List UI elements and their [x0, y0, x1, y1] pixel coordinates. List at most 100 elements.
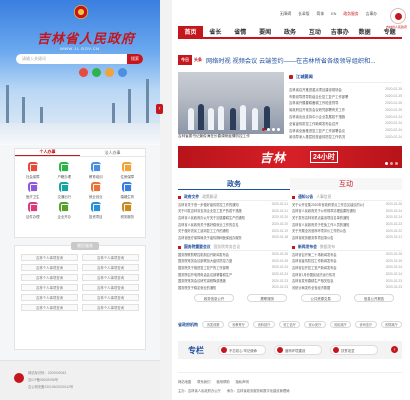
promo-banner[interactable]: 吉林 24小时 — [178, 146, 402, 168]
service-item[interactable]: 企业开办 — [49, 202, 81, 219]
dept-link[interactable]: 省公安厅 — [304, 321, 326, 328]
news-item[interactable]: 吉林省全面推进复工复产工作部署会议 2020-02-24 — [289, 127, 402, 134]
convenience-link[interactable]: 吉林个人事项查询 — [21, 254, 78, 261]
list-item-title[interactable]: 国务院召开电视电话会议部署春耕生产 — [178, 272, 250, 277]
footer-police[interactable]: 吉公网安备22010402000112号 — [28, 384, 73, 389]
search-button[interactable]: 搜索 — [127, 54, 143, 64]
service-pill[interactable]: 公共资源交易 — [300, 294, 341, 302]
list-item[interactable]: 关于发布吉林省重点建设项目名单的通知 2020-02-24 — [292, 214, 402, 221]
convenience-link[interactable]: 吉林个人事项查询 — [82, 254, 139, 261]
service-item[interactable]: 投资项目 — [80, 202, 112, 219]
service-item[interactable]: 医疗卫生 — [17, 182, 49, 199]
dept-link[interactable]: 省教育厅 — [227, 321, 250, 328]
tab-legal[interactable]: 法人办事 — [80, 149, 145, 156]
dept-link[interactable]: 省民政厅 — [329, 321, 352, 328]
service-item[interactable]: 户籍办理 — [49, 162, 81, 179]
special-item[interactable]: 扶贫攻坚 — [330, 345, 378, 355]
service-item[interactable]: 社会保障 — [17, 162, 49, 179]
dept-link[interactable]: 省司法厅 — [355, 321, 377, 328]
photo-pager[interactable] — [262, 128, 280, 131]
search-input[interactable]: 请输入关键词 — [22, 56, 46, 62]
service-pill[interactable]: 履职服务 — [247, 294, 288, 302]
convenience-link[interactable]: 吉林个人事项查询 — [82, 284, 139, 291]
service-pill[interactable]: 信息公开报告 — [353, 294, 394, 302]
app-icon[interactable] — [118, 68, 127, 77]
top-link[interactable]: 政务服务 — [343, 12, 358, 17]
nav-item[interactable]: 专题 — [377, 26, 402, 37]
nav-item[interactable]: 省情 — [228, 26, 253, 37]
footer-link[interactable]: 联系我们 — [197, 379, 210, 384]
list-item[interactable]: 吉林省医疗保障局关于疫情期间医保经办服务 2020-02-18 — [178, 234, 288, 241]
footer-link[interactable]: 使用帮助 — [216, 379, 229, 384]
footer-icp[interactable]: 吉ICP备05002056号 — [28, 377, 58, 382]
list-item-title[interactable]: 关于印发吉林省支持企业复工复产的若干措施 — [178, 208, 250, 213]
list-item[interactable]: 吉林省召开第二十场新闻发布会 2020-02-25 — [292, 251, 402, 258]
list-item[interactable]: 关于印发吉林省支持企业复工复产的若干措施 2020-02-21 — [178, 208, 288, 215]
news-item[interactable]: 吉林省召开推进重点项目建设现场会 2020-02-25 — [289, 86, 402, 93]
service-item[interactable]: 教育培训 — [80, 162, 112, 179]
news-item[interactable]: 全省疫情防控工作新闻发布会召开 2020-02-24 — [289, 120, 402, 127]
convenience-link[interactable]: 吉林个人事项查询 — [82, 294, 139, 301]
convenience-link[interactable]: 吉林个人事项查询 — [21, 274, 78, 281]
list-item-title[interactable]: 吉林省政务服务事项目录公告 — [292, 235, 364, 240]
convenience-link[interactable]: 吉林个人事项查询 — [82, 274, 139, 281]
nav-item[interactable]: 互动 — [302, 26, 327, 37]
convenience-link[interactable]: 吉林个人事项查询 — [21, 284, 78, 291]
service-item[interactable]: 证件办理 — [17, 202, 49, 219]
list-item-title[interactable]: 吉林省人民政府办公厅关于加强春耕生产的通知 — [178, 215, 250, 220]
list-item[interactable]: 省统计局发布全省经济数据 2020-02-23 — [292, 284, 402, 291]
list-item-title[interactable]: 吉林省医疗保障局关于疫情期间医保经办服务 — [178, 235, 250, 240]
corner-logo-icon[interactable] — [390, 8, 406, 24]
nav-item[interactable]: 要闻 — [253, 26, 278, 37]
news-item[interactable]: 吉林省开展春耕备耕工作检查督导 2020-02-25 — [289, 100, 402, 107]
site-logo[interactable]: 吉林省人民政府 — [36, 28, 136, 47]
news-item-title[interactable]: 市委领导督导防疫企业复工复产工作部署 — [289, 94, 367, 99]
service-item[interactable]: 交通出行 — [49, 182, 81, 199]
top-link[interactable]: 简体 — [317, 12, 325, 17]
list-item[interactable]: 国务院常务会议部署加大疫情防控力度 2020-02-25 — [178, 258, 288, 265]
list-item[interactable]: 吉林省召开复工复产新闻发布会 2020-02-24 — [292, 264, 402, 271]
photo-caption[interactable]: 吉林省委书记景俊海在长春调研疫情防控工作 — [178, 134, 284, 140]
list-item[interactable]: 关于做好农民工返岗复工工作的通知 2020-02-19 — [178, 227, 288, 234]
special-item[interactable]: 不忘初心 牢记使命 — [218, 345, 266, 355]
convenience-link[interactable]: 吉林个人事项查询 — [82, 304, 139, 311]
dept-link[interactable]: 省财政厅 — [380, 321, 402, 328]
news-item[interactable]: 市委领导督导防疫企业复工复产工作部署 2020-02-25 — [289, 93, 402, 100]
list-item[interactable]: 吉林省人民政府关于做好稳就业工作的意见 2020-02-20 — [178, 221, 288, 228]
box-tab-active[interactable]: 政府文件 — [184, 195, 199, 200]
box-tab-active[interactable]: 通知公告 — [298, 195, 313, 200]
list-item-title[interactable]: 国务院常务会议部署加大疫情防控力度 — [178, 258, 250, 263]
list-item[interactable]: 吉林省1月份国民经济运行情况 2020-02-24 — [292, 271, 402, 278]
box-tab[interactable]: 政策解读 — [202, 195, 217, 200]
list-item[interactable]: 吉林省人民政府办公厅关于加强春耕生产的通知 2020-02-20 — [178, 214, 288, 221]
service-pill[interactable]: 政务信息公开 — [194, 294, 234, 302]
collapse-arrow-icon[interactable]: ‹ — [156, 104, 163, 114]
list-item-title[interactable]: 关于公开征集2020年省政府重点工作意见建议的公告 — [292, 202, 364, 207]
list-item[interactable]: 吉林省关于进一步做好疫情防控工作的通知 2020-02-21 — [178, 201, 288, 208]
box-tab[interactable]: 数据发布 — [320, 245, 335, 250]
list-item-title[interactable]: 吉林省人民政府关于公布规章清理结果的通知 — [292, 208, 364, 213]
box-tab-active[interactable]: 新闻发布会 — [298, 245, 317, 250]
special-item[interactable]: 营商环境建设 — [274, 345, 322, 355]
list-item-title[interactable]: 吉林省人民政府关于任免工作人员的通知 — [292, 222, 364, 227]
news-item-title[interactable]: 吉林省召开推进重点项目建设现场会 — [289, 87, 367, 92]
tab-gov[interactable]: 政务 — [178, 178, 290, 190]
news-photo[interactable] — [178, 72, 284, 134]
news-item-title[interactable]: 全省疫情防控工作新闻发布会召开 — [289, 121, 367, 126]
list-item-title[interactable]: 国务院联防联控机制召开新闻发布会 — [178, 252, 250, 257]
box-tab[interactable]: 国务院常务会议 — [214, 245, 241, 250]
nav-item[interactable]: 吉事办 — [327, 26, 352, 37]
news-item[interactable]: 吉林省出台支持中小企业发展若干措施 2020-02-24 — [289, 113, 402, 120]
list-item[interactable]: 吉林省人民政府关于任免工作人员的通知 2020-02-23 — [292, 221, 402, 228]
list-item[interactable]: 国务院常务会议研究减税降费措施 2020-02-23 — [178, 277, 288, 284]
nav-item[interactable]: 政务 — [278, 26, 303, 37]
list-item-title[interactable]: 吉林省发布春耕生产相关信息 — [292, 278, 364, 283]
convenience-link[interactable]: 吉林个人事项查询 — [82, 264, 139, 271]
headline-link[interactable]: 网络时视 视频会议 云端签约——在吉林所省各级领导组织和... — [206, 56, 375, 65]
mobile-icon[interactable] — [105, 68, 114, 77]
box-tab[interactable]: 人事信息 — [316, 195, 331, 200]
next-arrow-icon[interactable]: › — [391, 346, 398, 353]
list-item[interactable]: 国务院关于稳定就业的通知 2020-02-23 — [178, 284, 288, 291]
tab-interact[interactable]: 互动 — [290, 178, 402, 190]
news-item-title[interactable]: 省政府召开常务会议研究部署有关工作 — [289, 107, 367, 112]
